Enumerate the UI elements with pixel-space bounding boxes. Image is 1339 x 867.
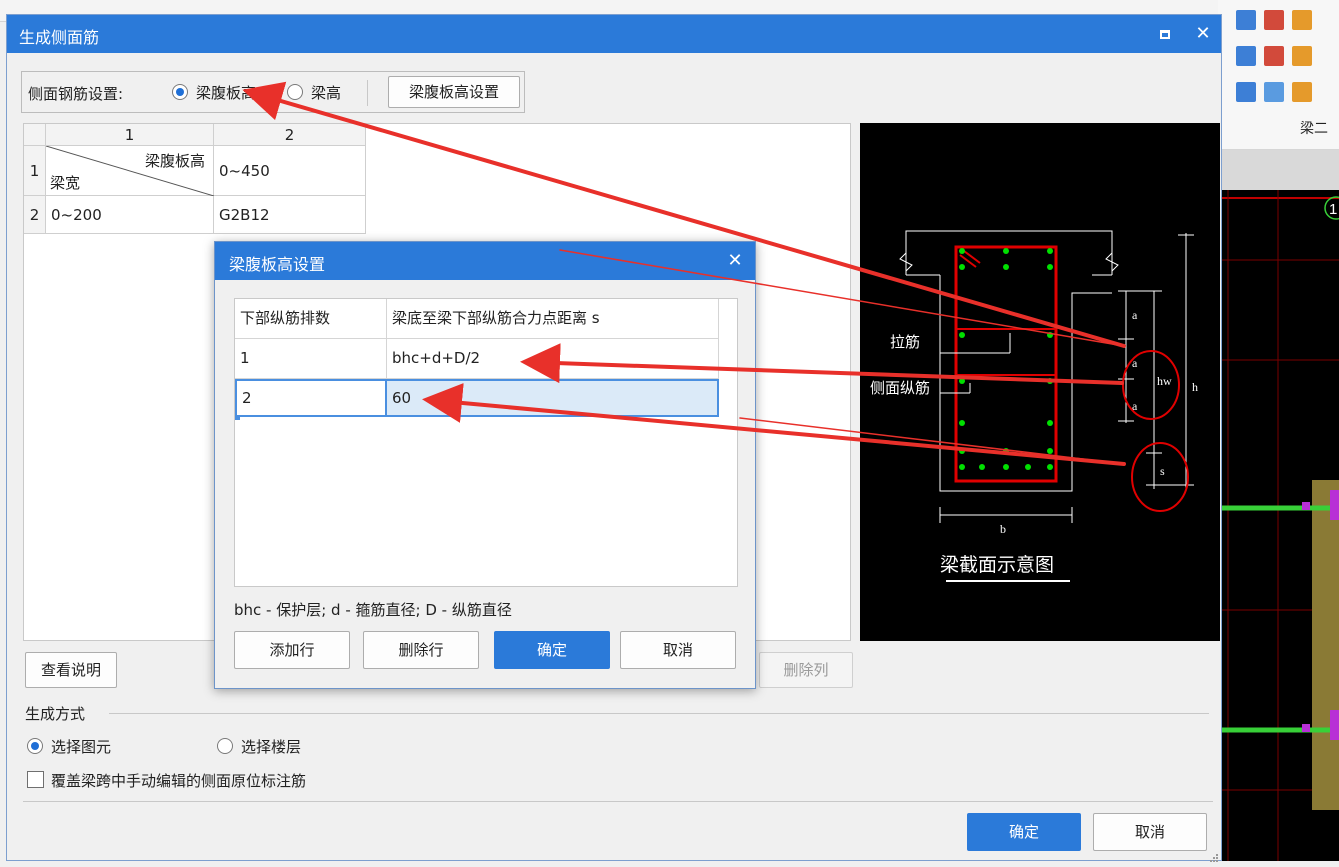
radio-web-height[interactable] <box>172 84 188 100</box>
label-s: s <box>1160 464 1165 478</box>
radio-select-element[interactable] <box>27 738 43 754</box>
ribbon-tool-icon[interactable] <box>1236 46 1256 66</box>
maximize-icon <box>1160 30 1170 39</box>
diagram-caption: 梁截面示意图 <box>940 554 1054 576</box>
row-count-distance-table[interactable]: 下部纵筋排数 梁底至梁下部纵筋合力点距离 s 1 bhc+d+D/2 2 60 <box>234 298 738 587</box>
generate-mode-label: 生成方式 <box>25 705 86 723</box>
cancel-button[interactable]: 取消 <box>1093 813 1207 851</box>
table-header: 下部纵筋排数 <box>235 299 387 339</box>
abbreviation-note: bhc - 保护层; d - 箍筋直径; D - 纵筋直径 <box>234 601 512 619</box>
ribbon-tool-icon[interactable] <box>1292 82 1312 102</box>
label-a: a <box>1132 308 1138 322</box>
radio-select-floor-label[interactable]: 选择楼层 <box>241 736 301 757</box>
radio-beam-height-label[interactable]: 梁高 <box>311 82 341 103</box>
table-cell-row-count[interactable]: 1 <box>235 339 387 379</box>
label-tie-bar: 拉筋 <box>890 334 920 351</box>
table-cell-row-count[interactable]: 2 <box>235 379 387 417</box>
beam-section-drawing: 拉筋 侧面纵筋 a a a hw h s b 梁截面示意图 <box>870 230 1198 582</box>
maximize-button[interactable] <box>1153 22 1177 46</box>
sub-dialog-title: 梁腹板高设置 <box>229 255 326 274</box>
label-side-bar: 侧面纵筋 <box>870 380 930 397</box>
sub-dialog-title-bar[interactable]: 梁腹板高设置 ✕ <box>215 242 755 280</box>
grid-cell[interactable]: G2B12 <box>214 196 366 234</box>
label-h: h <box>1192 380 1198 394</box>
ribbon-tool-icon[interactable] <box>1264 82 1284 102</box>
radio-select-floor[interactable] <box>217 738 233 754</box>
sub-ok-button[interactable]: 确定 <box>494 631 610 669</box>
delete-row-button[interactable]: 删除行 <box>363 631 479 669</box>
background-ribbon: 梁二 <box>1218 0 1339 150</box>
grid-corner-bottom-label: 梁宽 <box>50 174 81 192</box>
ribbon-tool-icon[interactable] <box>1264 10 1284 30</box>
footer-separator <box>23 801 1213 802</box>
close-icon: ✕ <box>1195 23 1211 44</box>
radio-select-element-label[interactable]: 选择图元 <box>51 736 111 757</box>
grid-col-header[interactable]: 2 <box>214 124 366 146</box>
side-rebar-setting-label: 侧面钢筋设置: <box>28 85 124 103</box>
close-icon: ✕ <box>727 250 743 271</box>
sub-dialog-close-button[interactable]: ✕ <box>723 249 747 273</box>
delete-column-button[interactable]: 删除列 <box>759 652 853 688</box>
beam-section-diagram: 拉筋 侧面纵筋 a a a hw h s b 梁截面示意图 <box>860 123 1220 641</box>
ribbon-tool-icon[interactable] <box>1292 10 1312 30</box>
dialog-title-bar[interactable]: 生成侧面筋 ✕ <box>7 15 1221 53</box>
radio-web-height-label[interactable]: 梁腹板高 <box>196 82 256 103</box>
dialog-title: 生成侧面筋 <box>19 28 100 47</box>
view-notes-button[interactable]: 查看说明 <box>25 652 117 688</box>
grid-cell[interactable]: 0~450 <box>214 146 366 196</box>
table-cell-distance[interactable]: 60 <box>387 379 719 417</box>
radio-beam-height[interactable] <box>287 84 303 100</box>
label-b: b <box>1000 522 1006 536</box>
grid-row-header[interactable]: 1 <box>24 146 46 196</box>
web-height-settings-button[interactable]: 梁腹板高设置 <box>388 76 520 108</box>
ribbon-tool-icon[interactable] <box>1264 46 1284 66</box>
rebar-dots <box>959 248 1053 470</box>
resize-grip[interactable] <box>1209 849 1219 862</box>
table-header: 梁底至梁下部纵筋合力点距离 s <box>387 299 719 339</box>
group-separator <box>109 713 1209 714</box>
grid-corner-top-label: 梁腹板高 <box>144 152 205 170</box>
cad-drawing-canvas[interactable]: 1 <box>1218 190 1339 861</box>
table-cell-distance[interactable]: bhc+d+D/2 <box>387 339 719 379</box>
grid-col-header[interactable]: 1 <box>46 124 214 146</box>
grid-diagonal-header-cell[interactable]: 梁腹板高 梁宽 <box>46 146 214 196</box>
web-height-settings-dialog: 梁腹板高设置 ✕ 下部纵筋排数 梁底至梁下部纵筋合力点距离 s 1 bhc+d+… <box>214 241 756 689</box>
ribbon-group-caption: 梁二 <box>1300 121 1328 137</box>
cad-drawing: 1 <box>1218 190 1339 861</box>
ok-button[interactable]: 确定 <box>967 813 1081 851</box>
separator <box>367 80 368 106</box>
grid-corner <box>24 124 46 146</box>
ribbon-tool-icon[interactable] <box>1292 46 1312 66</box>
sub-cancel-button[interactable]: 取消 <box>620 631 736 669</box>
overwrite-side-rebar-checkbox[interactable] <box>27 771 44 788</box>
ribbon-tool-icon[interactable] <box>1236 82 1256 102</box>
add-row-button[interactable]: 添加行 <box>234 631 350 669</box>
background-toolbar-band <box>1218 150 1339 190</box>
grid-cell[interactable]: 0~200 <box>46 196 214 234</box>
side-rebar-setting-group: 侧面钢筋设置: 梁腹板高 梁高 梁腹板高设置 <box>21 71 525 113</box>
overwrite-side-rebar-label[interactable]: 覆盖梁跨中手动编辑的侧面原位标注筋 <box>51 770 306 791</box>
label-hw: hw <box>1157 374 1172 388</box>
resize-grip-icon <box>1210 854 1218 862</box>
grid-row-header[interactable]: 2 <box>24 196 46 234</box>
close-button[interactable]: ✕ <box>1191 22 1215 46</box>
selection-handle[interactable] <box>235 415 240 420</box>
cad-axis-marker: 1 <box>1329 201 1337 218</box>
ribbon-tool-icon[interactable] <box>1236 10 1256 30</box>
